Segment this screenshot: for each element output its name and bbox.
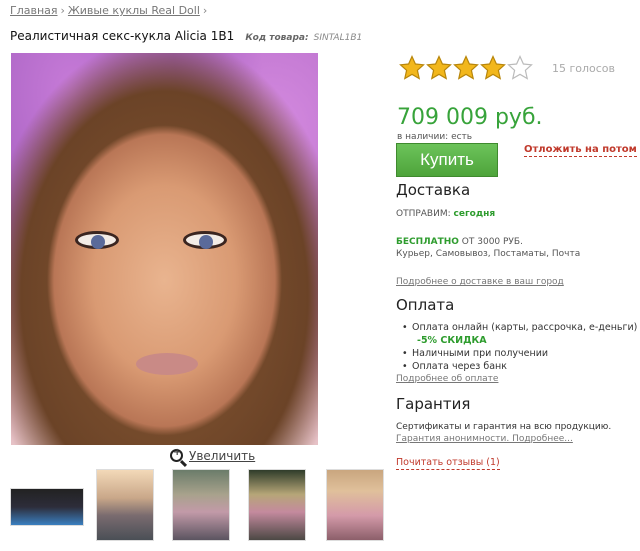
image-eye-left xyxy=(75,231,119,249)
payment-details-link[interactable]: Подробнее об оплате xyxy=(396,374,498,384)
free-delivery-info: БЕСПЛАТНО ОТ 3000 РУБ. xyxy=(396,237,523,247)
payment-heading: Оплата xyxy=(396,296,455,314)
product-title-row: Реалистичная секс-кукла Alicia 1B1 Код т… xyxy=(10,25,362,44)
rating-stars[interactable] xyxy=(399,55,533,81)
free-delivery-condition: ОТ 3000 РУБ. xyxy=(461,237,523,247)
payment-item: Наличными при получении xyxy=(400,347,637,360)
breadcrumb: Главная › Живые куклы Real Doll › xyxy=(10,4,210,17)
zoom-magnifier-icon xyxy=(170,447,183,462)
breadcrumb-separator: › xyxy=(60,4,65,17)
delivery-details-link[interactable]: Подробнее о доставке в ваш город xyxy=(396,277,564,287)
star-filled-icon[interactable] xyxy=(480,55,506,81)
product-title: Реалистичная секс-кукла Alicia 1B1 xyxy=(10,29,235,43)
star-empty-icon[interactable] xyxy=(507,55,533,81)
reviews-link[interactable]: Почитать отзывы (1) xyxy=(396,457,500,470)
payment-item: Оплата онлайн (карты, рассрочка, е-деньг… xyxy=(400,321,637,334)
sku-label: Код товара: xyxy=(245,33,309,43)
star-filled-icon[interactable] xyxy=(453,55,479,81)
gallery-thumbnail[interactable] xyxy=(172,469,230,541)
anonymity-link[interactable]: Гарантия анонимности. Подробнее... xyxy=(396,434,573,444)
free-delivery-label: БЕСПЛАТНО xyxy=(396,237,459,247)
star-filled-icon[interactable] xyxy=(399,55,425,81)
stock-status: в наличии: есть xyxy=(397,132,473,142)
warranty-text: Сертификаты и гарантия на всю продукцию. xyxy=(396,422,612,432)
votes-count: 15 голосов xyxy=(552,62,616,75)
gallery-thumbnail[interactable] xyxy=(248,469,306,541)
delivery-heading: Доставка xyxy=(396,181,471,199)
warranty-heading: Гарантия xyxy=(396,395,471,413)
save-for-later-link[interactable]: Отложить на потом xyxy=(524,144,637,157)
zoom-label: Увеличить xyxy=(189,449,256,463)
breadcrumb-separator: › xyxy=(202,4,208,17)
breadcrumb-category-link[interactable]: Живые куклы Real Doll xyxy=(68,4,200,17)
ship-value: сегодня xyxy=(453,209,496,219)
payment-item: Оплата через банк xyxy=(400,360,637,373)
gallery-thumbnail[interactable] xyxy=(326,469,384,541)
delivery-methods: Курьер, Самовывоз, Постаматы, Почта xyxy=(396,249,581,259)
buy-button[interactable]: Купить xyxy=(396,143,498,177)
star-filled-icon[interactable] xyxy=(426,55,452,81)
gallery-thumbnail[interactable] xyxy=(96,469,154,541)
image-eye-right xyxy=(183,231,227,249)
payment-methods-list: Оплата онлайн (карты, рассрочка, е-деньг… xyxy=(400,321,637,373)
zoom-button[interactable]: Увеличить xyxy=(170,447,256,463)
ship-info: ОТПРАВИМ: сегодня xyxy=(396,209,495,219)
image-lips xyxy=(136,353,198,375)
sku-value: SINTAL1B1 xyxy=(313,33,363,43)
breadcrumb-home-link[interactable]: Главная xyxy=(10,4,58,17)
ship-label: ОТПРАВИМ: xyxy=(396,209,451,219)
main-product-image[interactable] xyxy=(11,53,318,445)
gallery-thumbnail[interactable] xyxy=(10,488,84,526)
product-price: 709 009 руб. xyxy=(397,105,543,130)
payment-discount: -5% СКИДКА xyxy=(417,335,487,346)
